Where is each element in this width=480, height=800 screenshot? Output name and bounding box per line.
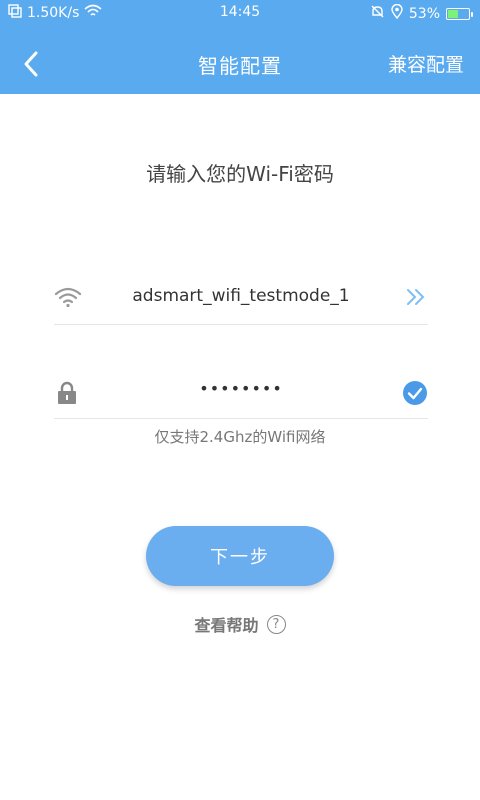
help-label: 查看帮助 <box>194 616 259 635</box>
question-circle-icon: ? <box>266 614 286 634</box>
battery-percent: 53% <box>408 5 440 22</box>
status-bar: 1.50K/s 14:45 53% <box>0 0 480 26</box>
double-chevron-right-icon[interactable] <box>404 286 428 312</box>
battery-fill <box>448 9 458 18</box>
battery-icon <box>446 7 473 20</box>
ssid-value: adsmart_wifi_testmode_1 <box>132 286 350 306</box>
ssid-field[interactable]: adsmart_wifi_testmode_1 <box>54 274 428 325</box>
lock-icon <box>54 380 80 410</box>
help-link[interactable]: 查看帮助 ? <box>0 612 480 636</box>
location-icon <box>391 3 403 23</box>
password-value: •••••••• <box>199 379 283 398</box>
bell-off-icon <box>370 4 385 23</box>
network-hint: 仅支持2.4Ghz的Wifi网络 <box>154 428 326 446</box>
next-button[interactable]: 下一步 <box>146 526 334 586</box>
nav-bar: 智能配置 兼容配置 <box>0 36 480 92</box>
wifi-password-prompt: 请输入您的Wi-Fi密码 <box>146 162 334 186</box>
compat-config-button[interactable]: 兼容配置 <box>388 50 464 77</box>
wifi-icon <box>54 286 82 312</box>
check-circle-icon[interactable] <box>402 380 428 410</box>
status-right: 53% <box>370 3 473 23</box>
header: 1.50K/s 14:45 53% 智能配置 兼容配置 <box>0 0 480 94</box>
password-field[interactable]: •••••••• <box>54 368 428 419</box>
